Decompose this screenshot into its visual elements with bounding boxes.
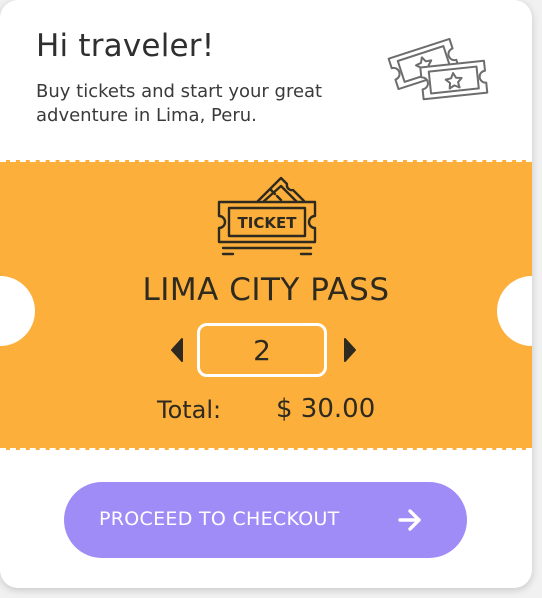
ticket-icon-label: TICKET: [238, 214, 298, 232]
greeting-subtitle: Buy tickets and start your great adventu…: [36, 81, 323, 126]
total-value: $ 30.00: [276, 394, 376, 424]
tickets-icon: [387, 37, 489, 101]
decrement-button[interactable]: [166, 336, 188, 364]
caret-right-icon: [344, 338, 356, 362]
quantity-field[interactable]: 2: [197, 323, 327, 377]
ticket-card: Hi traveler! Buy tickets and start your …: [0, 0, 532, 588]
ticket-icon: TICKET: [217, 176, 317, 256]
checkout-label: PROCEED TO CHECKOUT: [99, 508, 340, 530]
caret-left-icon: [171, 338, 183, 362]
arrow-right-icon: [398, 509, 421, 531]
increment-button[interactable]: [339, 336, 361, 364]
pass-name: LIMA CITY PASS: [142, 272, 390, 308]
greeting-title: Hi traveler!: [36, 28, 215, 64]
checkout-button[interactable]: PROCEED TO CHECKOUT: [64, 482, 467, 558]
total-label: Total:: [157, 396, 222, 424]
